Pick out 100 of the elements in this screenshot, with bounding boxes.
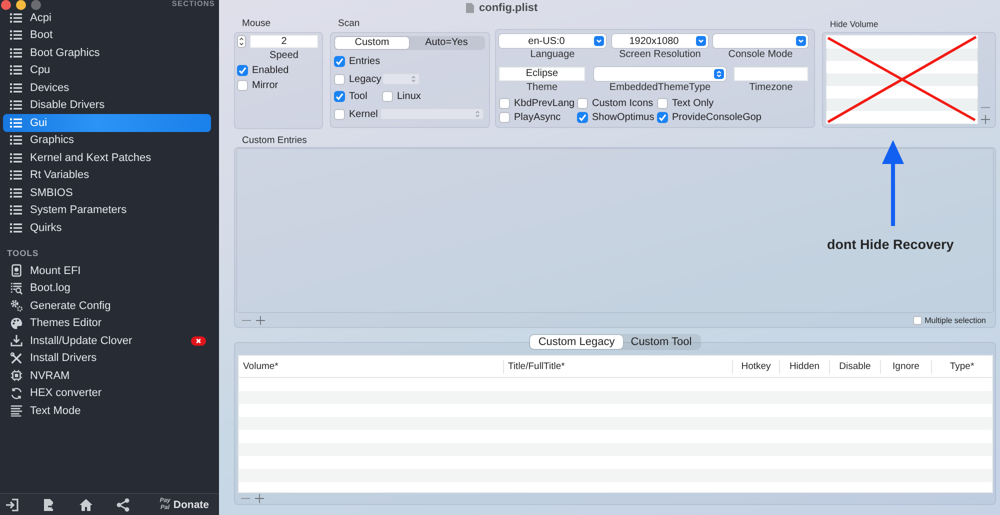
list-icon (10, 30, 22, 40)
plus-icon[interactable] (981, 115, 990, 124)
log-search-icon (10, 282, 23, 295)
checkbox-label: Entries (349, 56, 380, 68)
sidebar-item[interactable]: Devices (3, 79, 211, 96)
sign-in-icon[interactable] (5, 498, 19, 512)
sidebar-item[interactable]: Kernel and Kext Patches (3, 149, 211, 166)
checkbox[interactable] (334, 108, 345, 120)
sidebar-item[interactable]: Install/Update Clover (3, 332, 211, 350)
checkbox[interactable] (382, 91, 393, 102)
checkbox-label: Multiple selection (924, 316, 986, 324)
column-header[interactable]: Hotkey (732, 360, 779, 374)
column-header[interactable]: Volume* (239, 360, 503, 374)
sidebar-item[interactable]: Generate Config (3, 297, 211, 314)
dropdown[interactable] (594, 67, 726, 81)
sidebar-item[interactable]: Rt Variables (3, 166, 211, 184)
checkbox[interactable] (499, 112, 510, 122)
sidebar-item[interactable]: Graphics (3, 132, 211, 149)
checkbox[interactable] (334, 91, 345, 102)
group-label: Scan (337, 17, 360, 31)
column-header[interactable]: Type* (931, 360, 992, 374)
field-label: Speed (268, 50, 300, 62)
checkbox[interactable] (499, 98, 510, 108)
speed-field[interactable]: 2 (250, 35, 318, 48)
list-icon (10, 222, 22, 233)
checkbox[interactable] (657, 112, 668, 122)
sidebar-item[interactable]: Gui (3, 114, 211, 132)
zoom-button[interactable] (31, 0, 41, 10)
list-icon (10, 48, 22, 58)
sidebar-item[interactable]: Install Drivers (3, 350, 211, 367)
checkmark-icon (578, 112, 587, 122)
text-field[interactable] (734, 67, 808, 81)
sidebar-item[interactable]: System Parameters (3, 202, 211, 219)
tab[interactable]: Custom Tool (622, 335, 700, 349)
checkbox[interactable] (237, 80, 248, 91)
list-icon (10, 118, 22, 128)
checkbox-label: KbdPrevLang (514, 98, 575, 108)
close-button[interactable] (1, 0, 11, 10)
tab[interactable]: Custom Legacy (530, 335, 623, 349)
list-icon (10, 100, 22, 110)
download-icon (10, 334, 23, 348)
chevron-down-icon (696, 36, 706, 46)
checkmark-icon (335, 92, 344, 102)
checkbox-label: Tool (349, 91, 368, 102)
sidebar-item[interactable]: Boot.log (3, 280, 211, 297)
text-lines-icon (10, 404, 23, 418)
file-export-icon[interactable] (42, 498, 56, 512)
checkbox[interactable] (577, 112, 588, 122)
column-header[interactable]: Title/FullTitle* (503, 360, 732, 374)
dropdown[interactable]: en-US:0 (499, 34, 606, 48)
segment-button[interactable]: Custom (335, 37, 409, 49)
checkmark-icon (335, 57, 344, 66)
dropdown[interactable] (713, 34, 808, 48)
palette-icon (10, 316, 23, 330)
share-icon[interactable] (116, 498, 130, 512)
checkbox[interactable] (912, 316, 922, 324)
dropdown[interactable]: 1920x1080 (612, 34, 708, 48)
sidebar-item[interactable]: Cpu (3, 62, 211, 79)
column-header[interactable]: Hidden (779, 360, 829, 374)
sidebar-item[interactable]: NVRAM (3, 367, 211, 384)
checkbox[interactable] (334, 74, 345, 85)
checkbox-label: ShowOptimus (592, 112, 654, 122)
sidebar-item[interactable]: Boot (3, 26, 211, 44)
sidebar-item[interactable]: HEX converter (3, 384, 211, 402)
checkmark-icon (238, 66, 247, 75)
sidebar-item[interactable]: Text Mode (3, 402, 211, 420)
checkbox-label: Custom Icons (592, 98, 654, 108)
sidebar-item[interactable]: Acpi (3, 9, 211, 26)
segment-button[interactable]: Auto=Yes (409, 37, 484, 49)
column-header[interactable]: Ignore (880, 360, 931, 374)
sidebar-item[interactable]: SMBIOS (3, 184, 211, 202)
minimize-button[interactable] (16, 0, 26, 10)
checkbox[interactable] (334, 56, 345, 68)
sidebar-item[interactable]: Themes Editor (3, 314, 211, 332)
home-icon[interactable] (79, 498, 93, 512)
checkmark-icon (658, 112, 667, 122)
document-icon (466, 3, 474, 13)
checkbox-label: Legacy (349, 74, 382, 85)
group-label: Mouse (241, 17, 271, 31)
column-header[interactable]: Disable (829, 360, 880, 374)
text-field[interactable]: Eclipse (499, 67, 585, 81)
plus-icon[interactable] (256, 316, 265, 324)
checkbox-label: Kernel (349, 108, 378, 120)
list-icon (10, 65, 22, 76)
gears-icon (10, 299, 23, 312)
sidebar-item[interactable]: Quirks (3, 219, 211, 236)
sidebar-item[interactable]: Boot Graphics (3, 44, 211, 62)
sidebar-item[interactable]: Mount EFI (3, 262, 211, 280)
stepper-icon[interactable] (237, 35, 246, 48)
checkbox[interactable] (237, 65, 248, 76)
checkbox[interactable] (577, 98, 588, 108)
checkbox[interactable] (657, 98, 668, 108)
field-label: EmbeddedThemeType (609, 82, 711, 94)
field-label: Language (530, 49, 575, 61)
stepper-arrows-icon (411, 75, 416, 84)
list-icon (10, 12, 22, 23)
annotation-text: dont Hide Recovery (827, 237, 954, 252)
plus-icon[interactable] (255, 494, 264, 503)
sidebar-item[interactable]: Disable Drivers (3, 96, 211, 114)
checkbox-label: Enabled (252, 65, 289, 76)
